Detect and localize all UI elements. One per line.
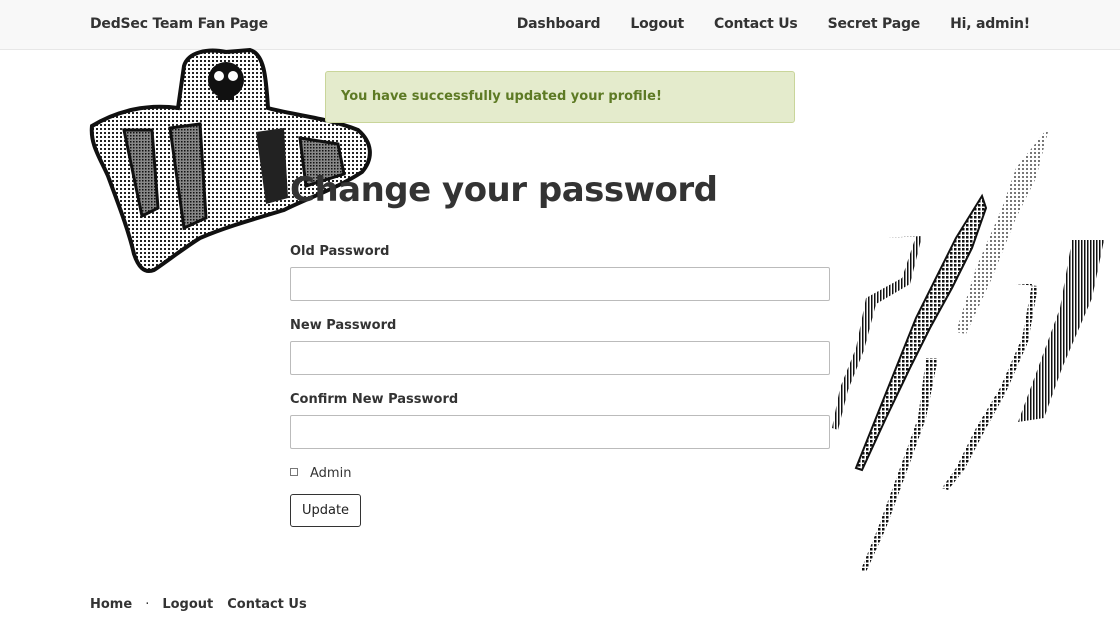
nav-logout-link[interactable]: Logout [630,16,684,32]
nav-dashboard-link[interactable]: Dashboard [517,16,601,32]
footer-contact-link[interactable]: Contact Us [227,597,306,612]
footer-links: Home · Logout Contact Us [90,597,307,612]
nav-links: Dashboard Logout Contact Us Secret Page … [487,16,1030,32]
footer-logout-link[interactable]: Logout [162,597,213,612]
admin-checkbox[interactable] [290,468,298,476]
update-button[interactable]: Update [290,494,361,527]
nav-contact-link[interactable]: Contact Us [714,16,798,32]
admin-checkbox-label: Admin [310,466,352,481]
footer-home-link[interactable]: Home [90,597,132,612]
new-password-input[interactable] [290,341,830,375]
page-title: Change your password [290,170,718,210]
brand-link[interactable]: DedSec Team Fan Page [90,16,268,32]
nav-user-greeting-link[interactable]: Hi, admin! [950,16,1030,32]
success-flash-message: You have successfully updated your profi… [325,71,795,123]
new-password-label: New Password [290,318,397,333]
confirm-password-label: Confirm New Password [290,392,459,407]
footer-separator: · [145,597,150,612]
nav-secret-page-link[interactable]: Secret Page [828,16,921,32]
lightning-bolt-decoration [832,130,1104,572]
old-password-label: Old Password [290,244,390,259]
top-navbar: DedSec Team Fan Page Dashboard Logout Co… [0,0,1120,50]
old-password-input[interactable] [290,267,830,301]
confirm-password-input[interactable] [290,415,830,449]
